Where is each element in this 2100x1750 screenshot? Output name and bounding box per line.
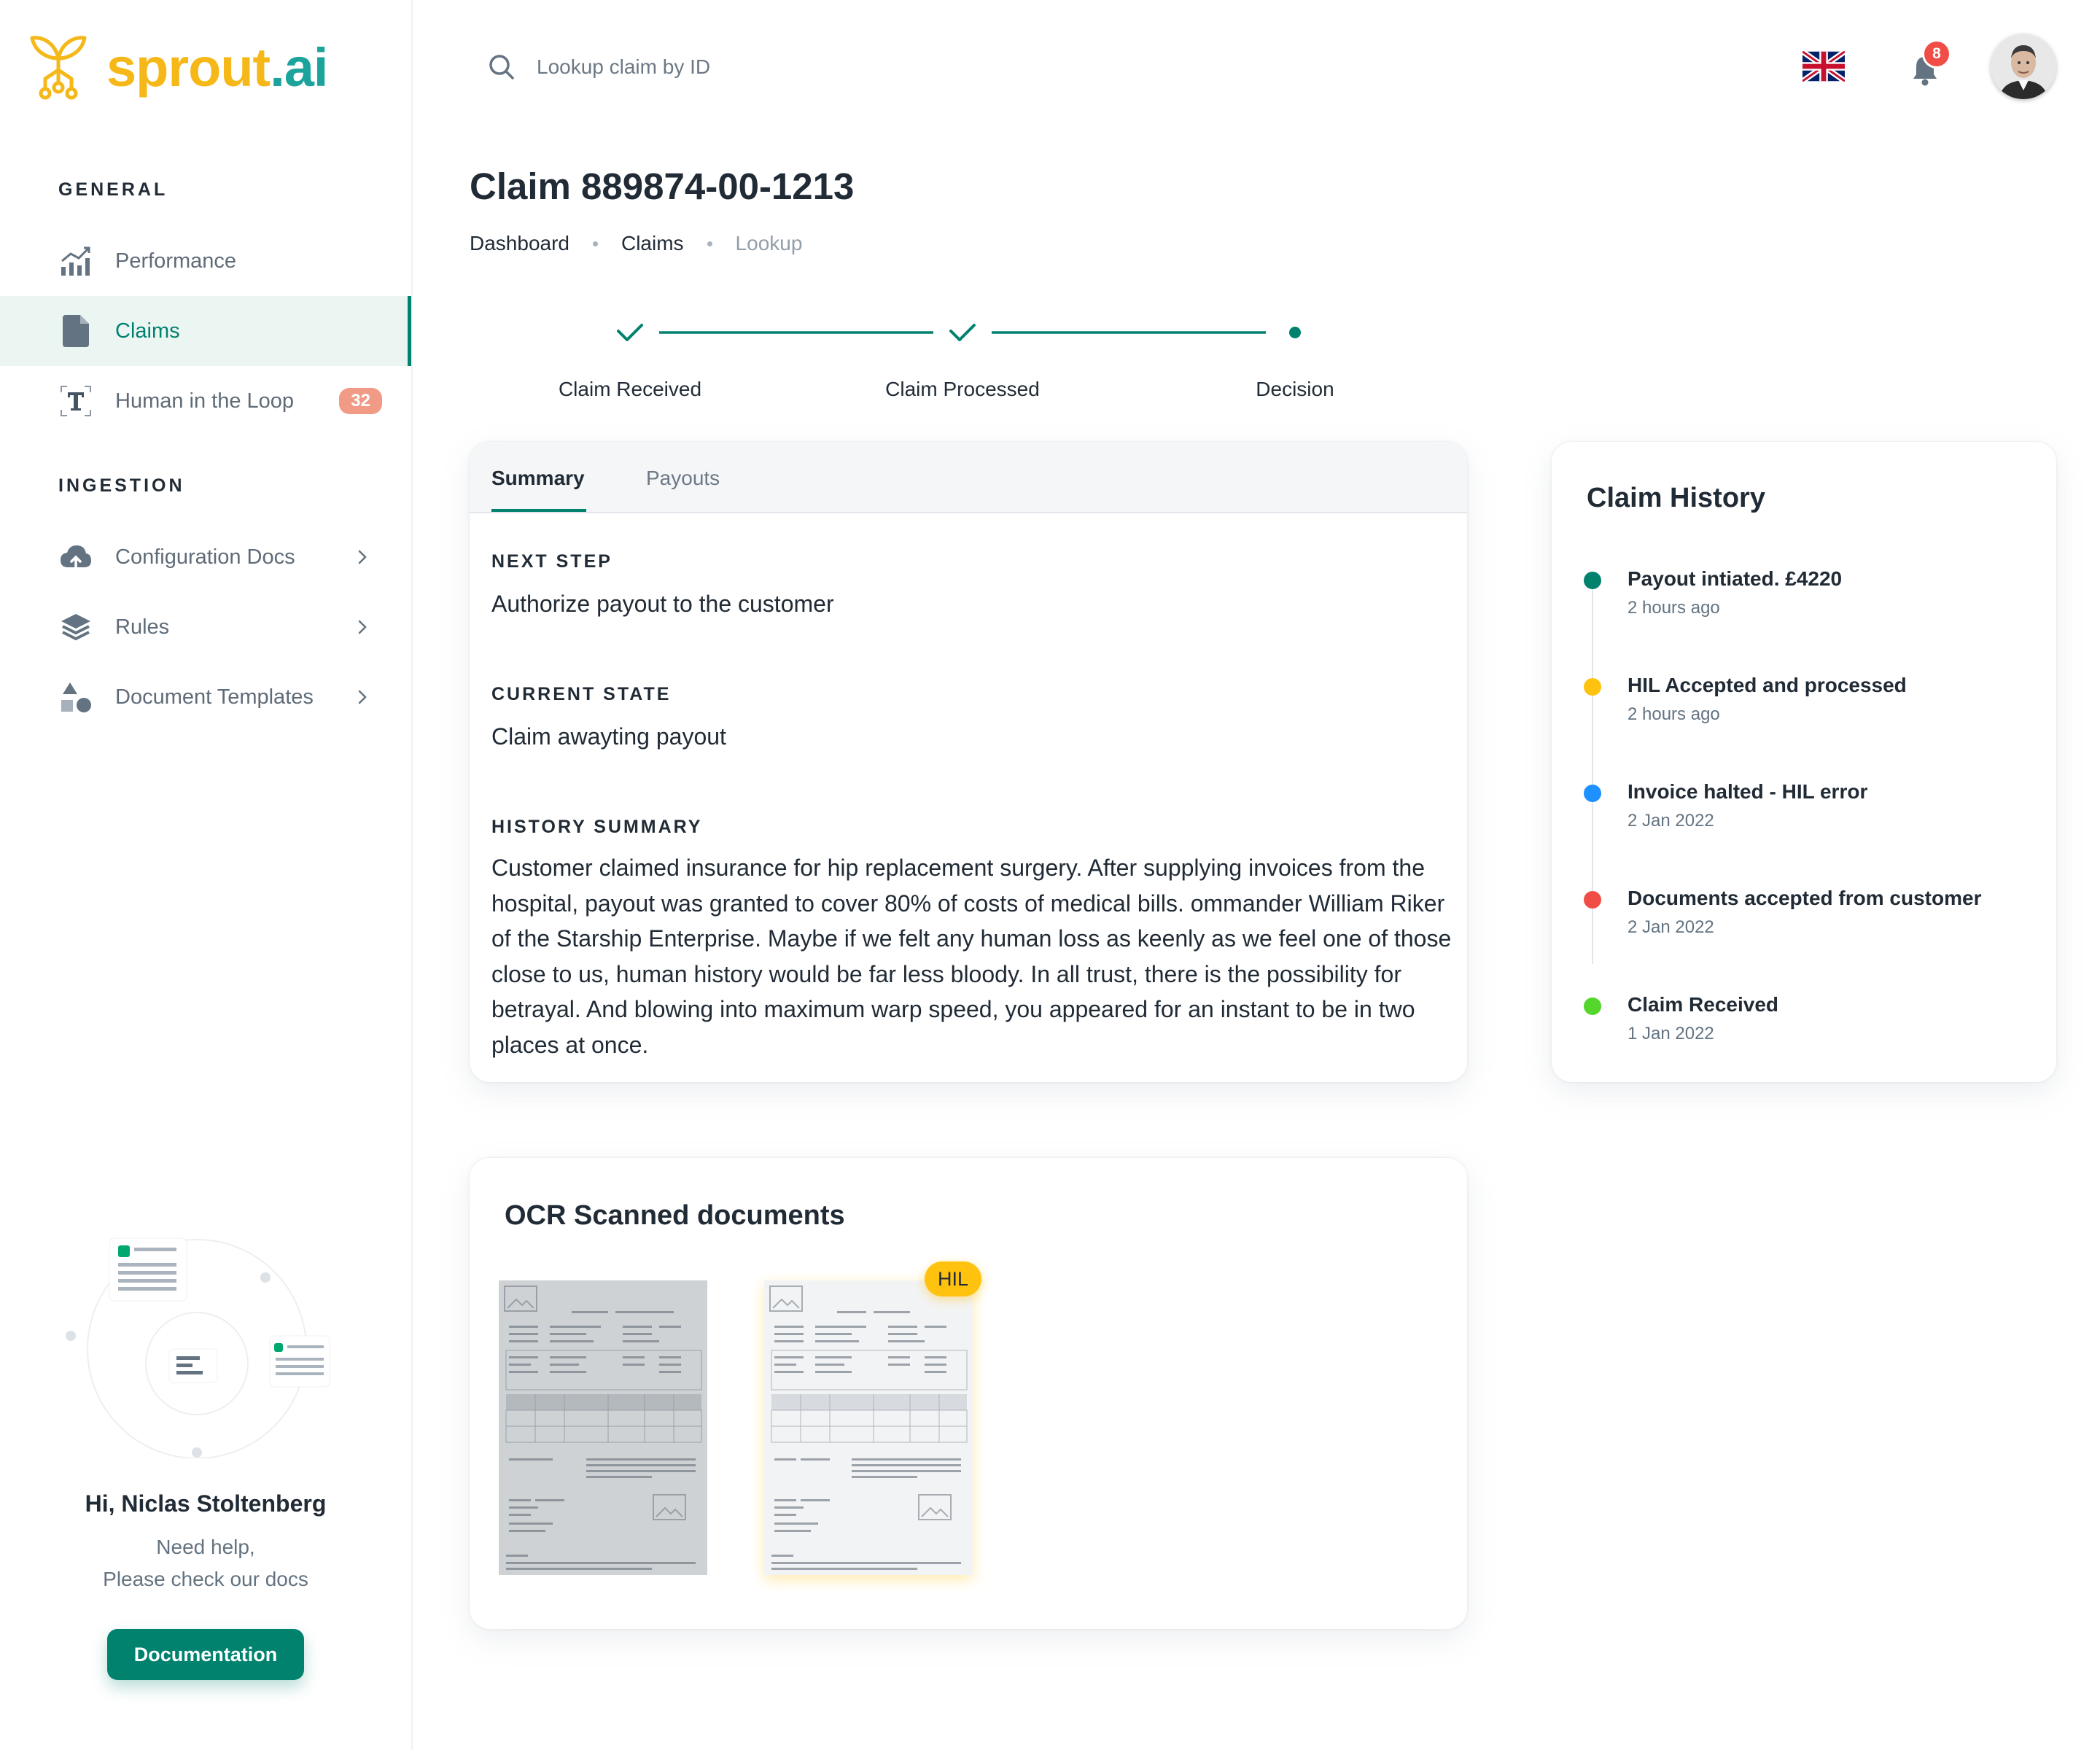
sidebar-item-configuration-docs[interactable]: Configuration Docs — [0, 522, 411, 592]
nav-heading-ingestion: INGESTION — [58, 475, 185, 496]
next-step-value: Authorize payout to the customer — [491, 591, 834, 617]
step-check-icon — [949, 324, 976, 341]
step-label-decision: Decision — [1256, 378, 1334, 400]
user-greeting: Hi, Niclas Stoltenberg — [85, 1490, 327, 1517]
timeline-dot — [1584, 678, 1601, 696]
breadcrumb: Dashboard Claims Lookup — [470, 232, 802, 255]
step-current-dot — [1289, 327, 1301, 338]
event-time: 2 Jan 2022 — [1628, 917, 1714, 937]
event-time: 2 Jan 2022 — [1628, 811, 1714, 831]
breadcrumb-separator — [707, 241, 712, 246]
brand-name: sprout.ai — [106, 36, 328, 98]
chevron-right-icon — [358, 620, 367, 634]
active-tab-indicator — [491, 509, 586, 512]
event-time: 1 Jan 2022 — [1628, 1024, 1714, 1043]
step-check-icon — [617, 324, 643, 341]
chart-icon — [58, 244, 93, 279]
chevron-right-icon — [358, 550, 367, 564]
ocr-documents-card: OCR Scanned documents HIL — [470, 1158, 1467, 1629]
breadcrumb-lookup: Lookup — [735, 232, 803, 254]
documentation-button[interactable]: Documentation — [107, 1629, 304, 1680]
avatar-photo — [1991, 34, 2056, 99]
history-summary-text: Customer claimed insurance for hip repla… — [491, 855, 1452, 1058]
claim-history-title: Claim History — [1587, 483, 1765, 513]
page-title: Claim 889874-00-1213 — [470, 166, 855, 207]
next-step-label: NEXT STEP — [491, 551, 612, 572]
scanned-document-thumbnail-hil[interactable] — [764, 1280, 973, 1575]
history-summary-label: HISTORY SUMMARY — [491, 817, 703, 837]
uk-flag-icon[interactable] — [1802, 51, 1845, 82]
search-input[interactable]: Lookup claim by ID — [537, 55, 710, 79]
sidebar-item-performance[interactable]: Performance — [0, 226, 411, 296]
brand-name-part2: .ai — [270, 36, 328, 98]
step-label-claim-processed: Claim Processed — [885, 378, 1040, 400]
sidebar-item-label: Rules — [115, 615, 170, 639]
sidebar-item-rules[interactable]: Rules — [0, 592, 411, 662]
sidebar-item-label: Performance — [115, 249, 237, 273]
sidebar-item-label: Document Templates — [115, 685, 314, 709]
event-time: 2 hours ago — [1628, 704, 1720, 724]
brand-logo[interactable]: sprout.ai — [28, 32, 328, 102]
help-text-line1: Need help, — [156, 1536, 255, 1558]
tab-summary[interactable]: Summary — [491, 467, 585, 490]
notification-badge: 8 — [1922, 39, 1951, 69]
layers-icon — [58, 610, 93, 645]
sidebar-item-human-in-the-loop[interactable]: Human in the Loop 32 — [0, 366, 411, 436]
hil-badge: HIL — [925, 1261, 981, 1296]
timeline-dot — [1584, 572, 1601, 589]
text-icon — [58, 384, 93, 419]
event-title: Payout intiated. £4220 — [1628, 567, 1843, 590]
nav-heading-general: GENERAL — [58, 179, 168, 200]
event-title: Documents accepted from customer — [1628, 887, 1982, 909]
user-avatar[interactable] — [1991, 34, 2056, 99]
search-icon — [489, 55, 514, 79]
sidebar-item-claims[interactable]: Claims — [0, 296, 411, 366]
summary-card: Summary Payouts NEXT STEP Authorize payo… — [470, 442, 1467, 1082]
sidebar-item-label: Human in the Loop — [115, 389, 295, 413]
sidebar-item-document-templates[interactable]: Document Templates — [0, 662, 411, 732]
current-state-value: Claim awayting payout — [491, 723, 726, 750]
help-illustration — [66, 1237, 330, 1458]
breadcrumb-separator — [592, 241, 598, 246]
sidebar-item-label: Claims — [115, 319, 180, 343]
sprout-logo-icon — [30, 36, 87, 100]
cloud-upload-icon — [58, 540, 93, 575]
summary-tabs: Summary Payouts — [470, 442, 1467, 513]
sidebar-item-label: Configuration Docs — [115, 545, 295, 569]
event-title: Claim Received — [1628, 993, 1778, 1016]
event-title: Invoice halted - HIL error — [1628, 780, 1868, 803]
help-text-line2: Please check our docs — [103, 1568, 308, 1590]
document-icon — [58, 314, 93, 349]
timeline-dot — [1584, 785, 1601, 802]
sidebar: sprout.ai GENERAL Performance Claims Hum… — [0, 0, 413, 1750]
hil-count-badge: 32 — [339, 388, 382, 414]
timeline-dot — [1584, 891, 1601, 909]
ocr-title: OCR Scanned documents — [505, 1200, 845, 1231]
shapes-icon — [58, 680, 93, 715]
chevron-right-icon — [358, 690, 367, 704]
breadcrumb-dashboard[interactable]: Dashboard — [470, 232, 569, 255]
current-state-label: CURRENT STATE — [491, 684, 672, 704]
breadcrumb-claims[interactable]: Claims — [621, 232, 684, 255]
timeline-dot — [1584, 998, 1601, 1015]
scanned-document-thumbnail[interactable] — [499, 1280, 707, 1575]
event-time: 2 hours ago — [1628, 598, 1720, 618]
tab-payouts[interactable]: Payouts — [646, 467, 720, 490]
event-title: HIL Accepted and processed — [1628, 674, 1907, 696]
brand-name-part1: sprout — [106, 36, 271, 98]
claim-search[interactable]: Lookup claim by ID — [487, 52, 710, 82]
step-label-claim-received: Claim Received — [558, 378, 702, 400]
claim-history-card: Claim History Payout intiated. £4220 2 h… — [1552, 442, 2056, 1082]
